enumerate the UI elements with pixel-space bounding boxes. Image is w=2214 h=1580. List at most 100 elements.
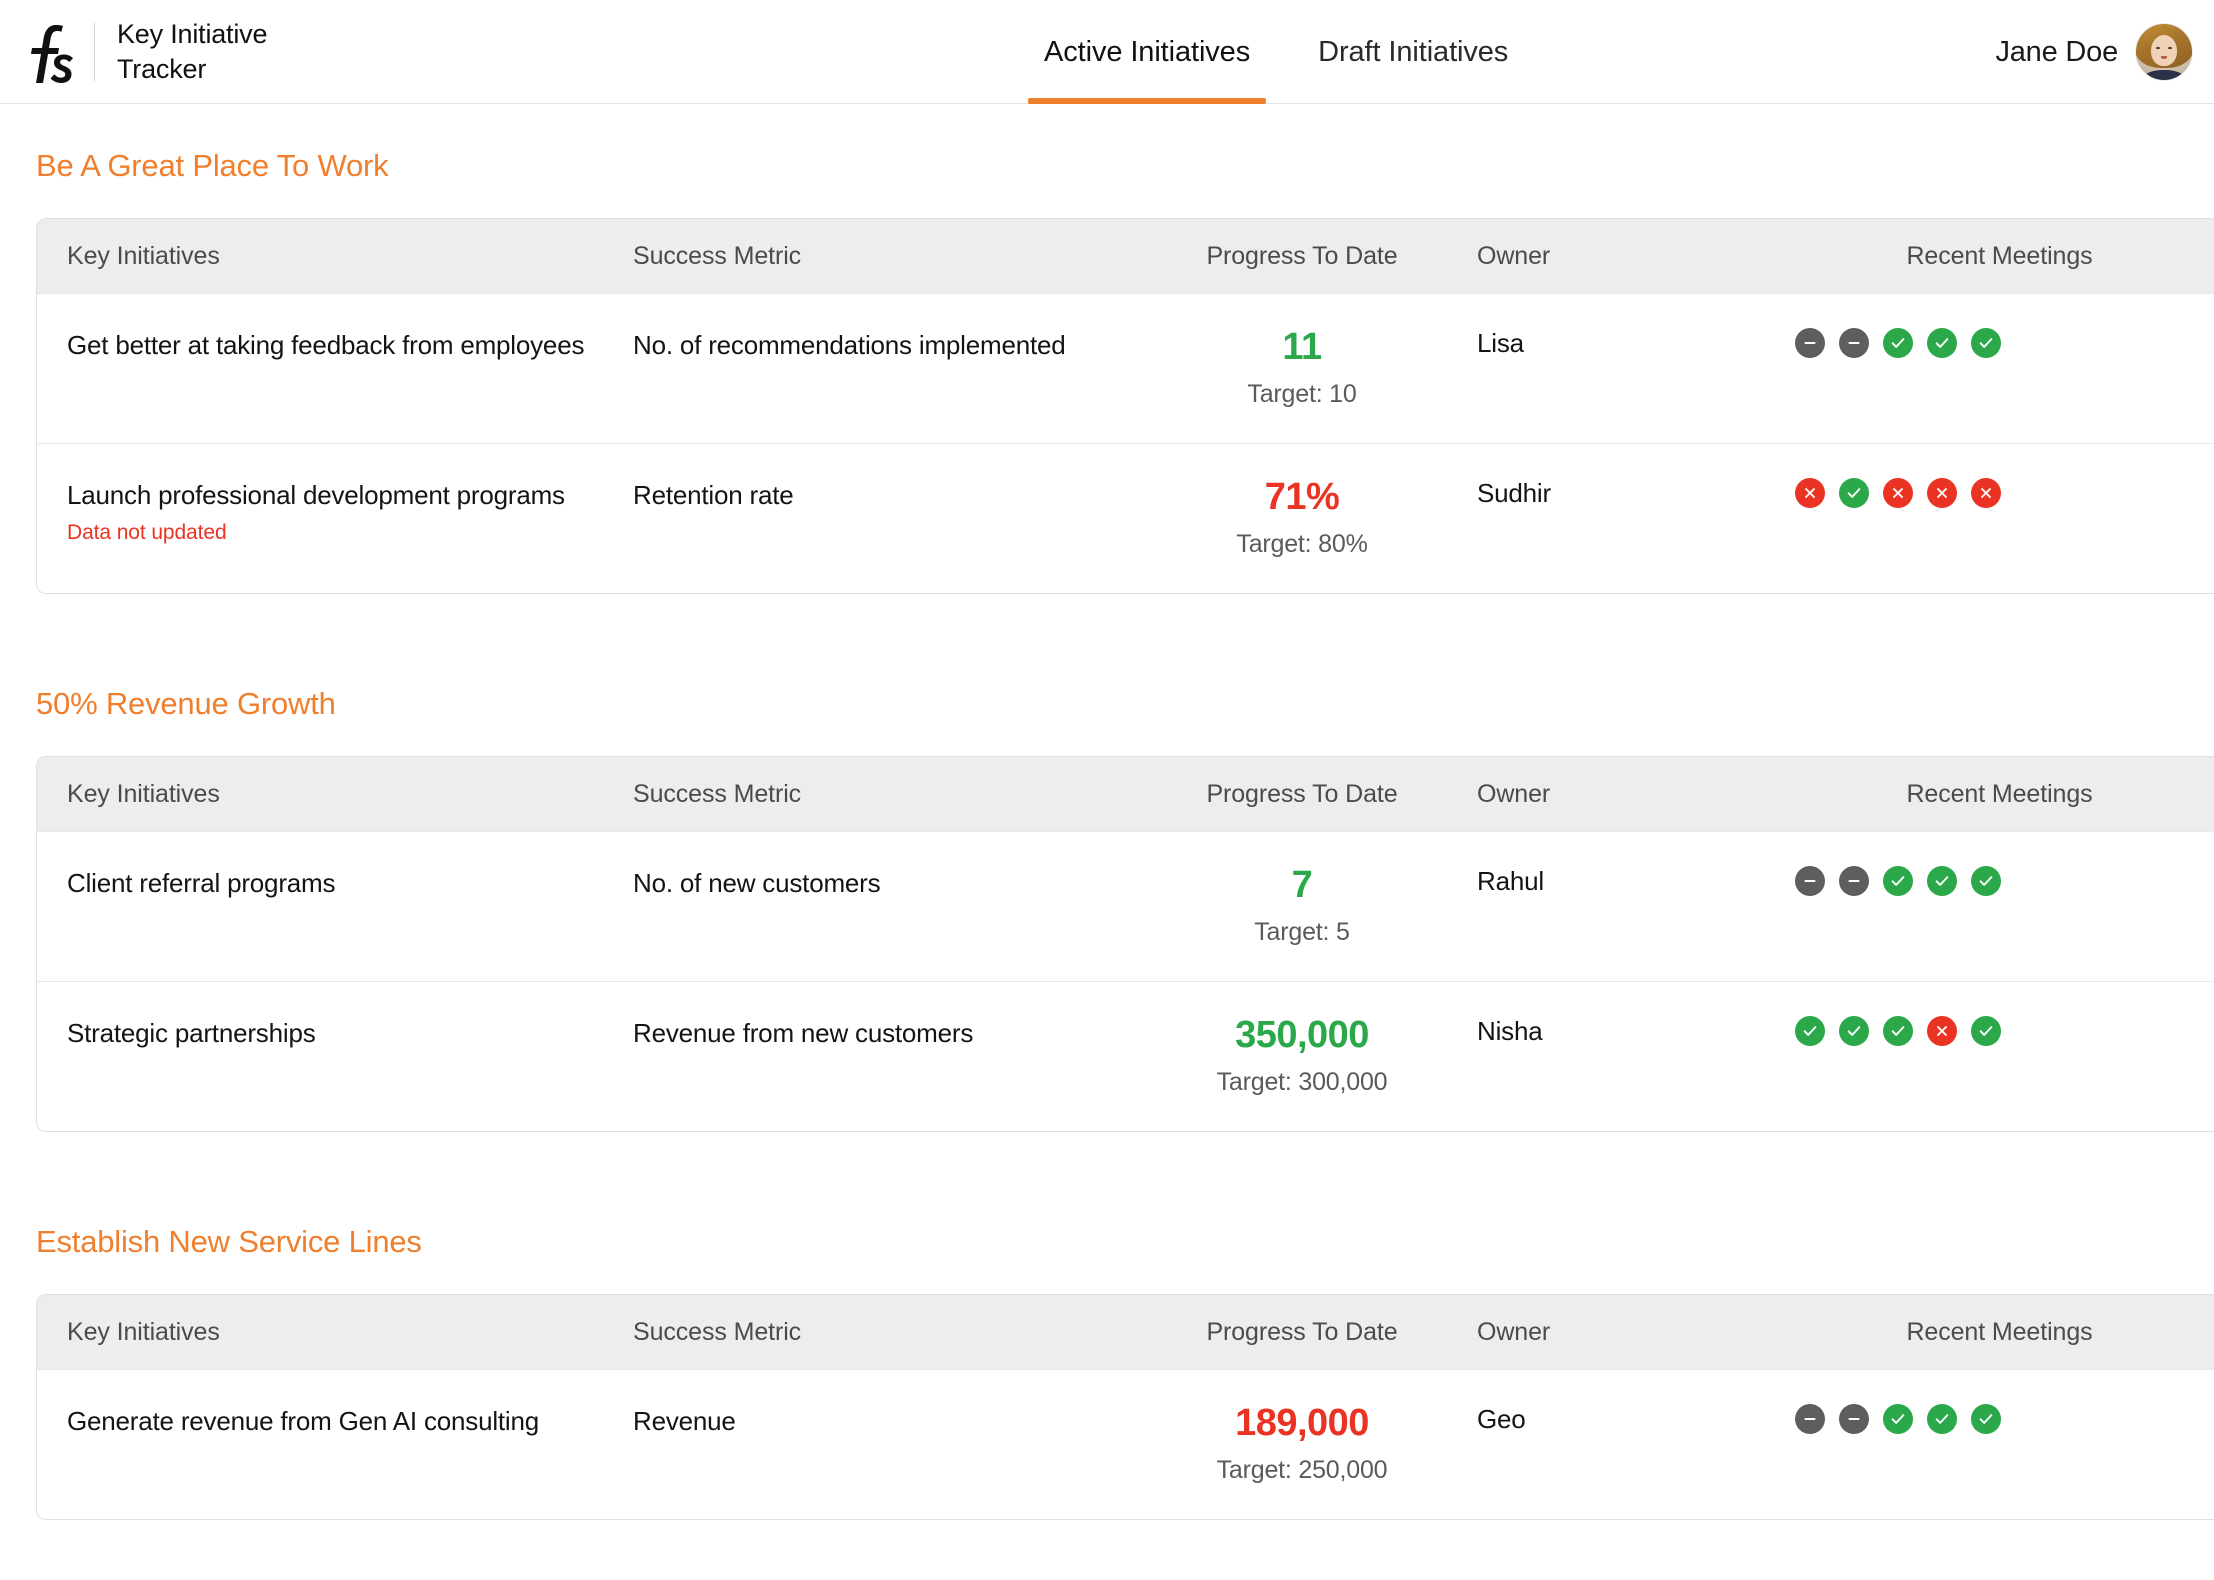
column-header-owner: Owner <box>1477 779 1551 808</box>
meeting-status-none-icon[interactable] <box>1839 328 1869 358</box>
success-metric: Revenue <box>633 1406 736 1436</box>
meeting-status-ok-icon[interactable] <box>1927 328 1957 358</box>
initiatives-table: Key Initiatives Success Metric Progress To… <box>36 1294 2214 1520</box>
column-header-key-initiatives: Key Initiatives <box>67 779 220 808</box>
column-header-progress-to-date: Progress To Date <box>1206 241 1398 270</box>
meeting-status-ok-icon[interactable] <box>1883 866 1913 896</box>
meeting-status-ok-icon[interactable] <box>1795 1016 1825 1046</box>
cell-key-initiative: Launch professional development programs… <box>37 478 603 545</box>
cell-key-initiative: Get better at taking feedback from emplo… <box>37 328 603 363</box>
progress-target: Target: 250,000 <box>1216 1456 1388 1484</box>
meeting-status-ok-icon[interactable] <box>1839 1016 1869 1046</box>
table-row[interactable]: Get better at taking feedback from emplo… <box>37 293 2214 443</box>
column-header-progress-to-date: Progress To Date <box>1206 779 1398 808</box>
column-header-recent-meetings: Recent Meetings <box>1906 1317 2093 1346</box>
meeting-status-none-icon[interactable] <box>1795 1404 1825 1434</box>
cell-recent-meetings <box>1785 1404 2214 1434</box>
success-metric: No. of recommendations implemented <box>633 330 1066 360</box>
tab-active-initiatives[interactable]: Active Initiatives <box>1010 0 1284 104</box>
initiatives-table: Key Initiatives Success Metric Progress To… <box>36 756 2214 1132</box>
meeting-status-fail-icon[interactable] <box>1927 1016 1957 1046</box>
table-row[interactable]: Client referral programs No. of new custo… <box>37 831 2214 981</box>
meeting-status-none-icon[interactable] <box>1795 328 1825 358</box>
progress-value: 7 <box>1291 864 1313 906</box>
cell-owner: Sudhir <box>1477 478 1551 508</box>
meeting-status-ok-icon[interactable] <box>1927 866 1957 896</box>
cell-success-metric: Retention rate <box>603 478 1157 513</box>
table-header-row: Key Initiatives Success Metric Progress To… <box>37 757 2214 831</box>
cell-owner: Rahul <box>1477 866 1544 896</box>
section-title: Establish New Service Lines <box>36 1224 422 1259</box>
cell-recent-meetings <box>1785 478 2214 508</box>
progress-target: Target: 5 <box>1254 918 1350 946</box>
table-header-row: Key Initiatives Success Metric Progress To… <box>37 1295 2214 1369</box>
column-header-success-metric: Success Metric <box>633 1317 802 1346</box>
cell-progress-to-date: 7 Target: 5 <box>1157 866 1447 947</box>
meeting-status-fail-icon[interactable] <box>1971 478 2001 508</box>
cell-key-initiative: Client referral programs <box>37 866 603 901</box>
initiative-sections: Be A Great Place To Work Key Initiatives S… <box>0 148 2214 1520</box>
meeting-status-none-icon[interactable] <box>1795 866 1825 896</box>
column-header-owner: Owner <box>1477 1317 1551 1346</box>
meeting-status-none-icon[interactable] <box>1839 866 1869 896</box>
initiative-name: Generate revenue from Gen AI consulting <box>67 1406 540 1436</box>
tab-draft-initiatives[interactable]: Draft Initiatives <box>1284 0 1542 104</box>
user-name: Jane Doe <box>1995 35 2118 68</box>
table-row[interactable]: Generate revenue from Gen AI consulting R… <box>37 1369 2214 1519</box>
success-metric: Revenue from new customers <box>633 1018 974 1048</box>
column-header-progress-to-date: Progress To Date <box>1206 1317 1398 1346</box>
progress-value: 71% <box>1264 476 1340 518</box>
column-header-recent-meetings: Recent Meetings <box>1906 779 2093 808</box>
meeting-status-fail-icon[interactable] <box>1927 478 1957 508</box>
meeting-status-ok-icon[interactable] <box>1971 328 2001 358</box>
meeting-status-fail-icon[interactable] <box>1795 478 1825 508</box>
column-header-key-initiatives: Key Initiatives <box>67 241 220 270</box>
initiatives-table: Key Initiatives Success Metric Progress To… <box>36 218 2214 594</box>
initiative-name: Launch professional development programs <box>67 480 565 510</box>
initiative-section: Establish New Service Lines Key Initiativ… <box>0 1224 2214 1520</box>
meeting-status-ok-icon[interactable] <box>1927 1404 1957 1434</box>
brand: Key Initiative Tracker <box>0 17 267 86</box>
progress-value: 350,000 <box>1235 1014 1369 1056</box>
meeting-status-ok-icon[interactable] <box>1883 1016 1913 1046</box>
meeting-status-ok-icon[interactable] <box>1971 866 2001 896</box>
cell-success-metric: No. of recommendations implemented <box>603 328 1157 363</box>
initiative-name: Strategic partnerships <box>67 1018 316 1048</box>
column-header-owner: Owner <box>1477 241 1551 270</box>
progress-target: Target: 10 <box>1247 380 1357 408</box>
cell-success-metric: No. of new customers <box>603 866 1157 901</box>
cell-progress-to-date: 189,000 Target: 250,000 <box>1157 1404 1447 1485</box>
meeting-status-ok-icon[interactable] <box>1839 478 1869 508</box>
progress-target: Target: 300,000 <box>1216 1068 1388 1096</box>
meeting-status-ok-icon[interactable] <box>1883 1404 1913 1434</box>
avatar[interactable] <box>2136 24 2192 80</box>
page-content: Be A Great Place To Work Key Initiatives S… <box>0 104 2214 1520</box>
initiative-name: Client referral programs <box>67 868 336 898</box>
app-title: Key Initiative Tracker <box>117 18 268 84</box>
success-metric: No. of new customers <box>633 868 881 898</box>
cell-recent-meetings <box>1785 328 2214 358</box>
meeting-status-ok-icon[interactable] <box>1883 328 1913 358</box>
column-header-success-metric: Success Metric <box>633 779 802 808</box>
user-menu[interactable]: Jane Doe <box>1995 0 2192 104</box>
meeting-status-ok-icon[interactable] <box>1971 1404 2001 1434</box>
meeting-status-ok-icon[interactable] <box>1971 1016 2001 1046</box>
table-row[interactable]: Strategic partnerships Revenue from new c… <box>37 981 2214 1131</box>
progress-target: Target: 80% <box>1236 530 1368 558</box>
brand-divider <box>94 22 95 81</box>
section-title: Be A Great Place To Work <box>36 148 389 183</box>
cell-owner: Geo <box>1477 1404 1526 1434</box>
initiative-section: 50% Revenue Growth Key Initiatives Success… <box>0 686 2214 1132</box>
section-title: 50% Revenue Growth <box>36 686 336 721</box>
cell-recent-meetings <box>1785 1016 2214 1046</box>
cell-success-metric: Revenue <box>603 1404 1157 1439</box>
table-row[interactable]: Launch professional development programs… <box>37 443 2214 593</box>
column-header-recent-meetings: Recent Meetings <box>1906 241 2093 270</box>
cell-success-metric: Revenue from new customers <box>603 1016 1157 1051</box>
meeting-status-none-icon[interactable] <box>1839 1404 1869 1434</box>
progress-value: 189,000 <box>1235 1402 1369 1444</box>
fs-monogram-logo <box>31 24 73 83</box>
cell-key-initiative: Generate revenue from Gen AI consulting <box>37 1404 603 1439</box>
meeting-status-fail-icon[interactable] <box>1883 478 1913 508</box>
tab-active-initiatives-label: Active Initiatives <box>1044 35 1251 68</box>
